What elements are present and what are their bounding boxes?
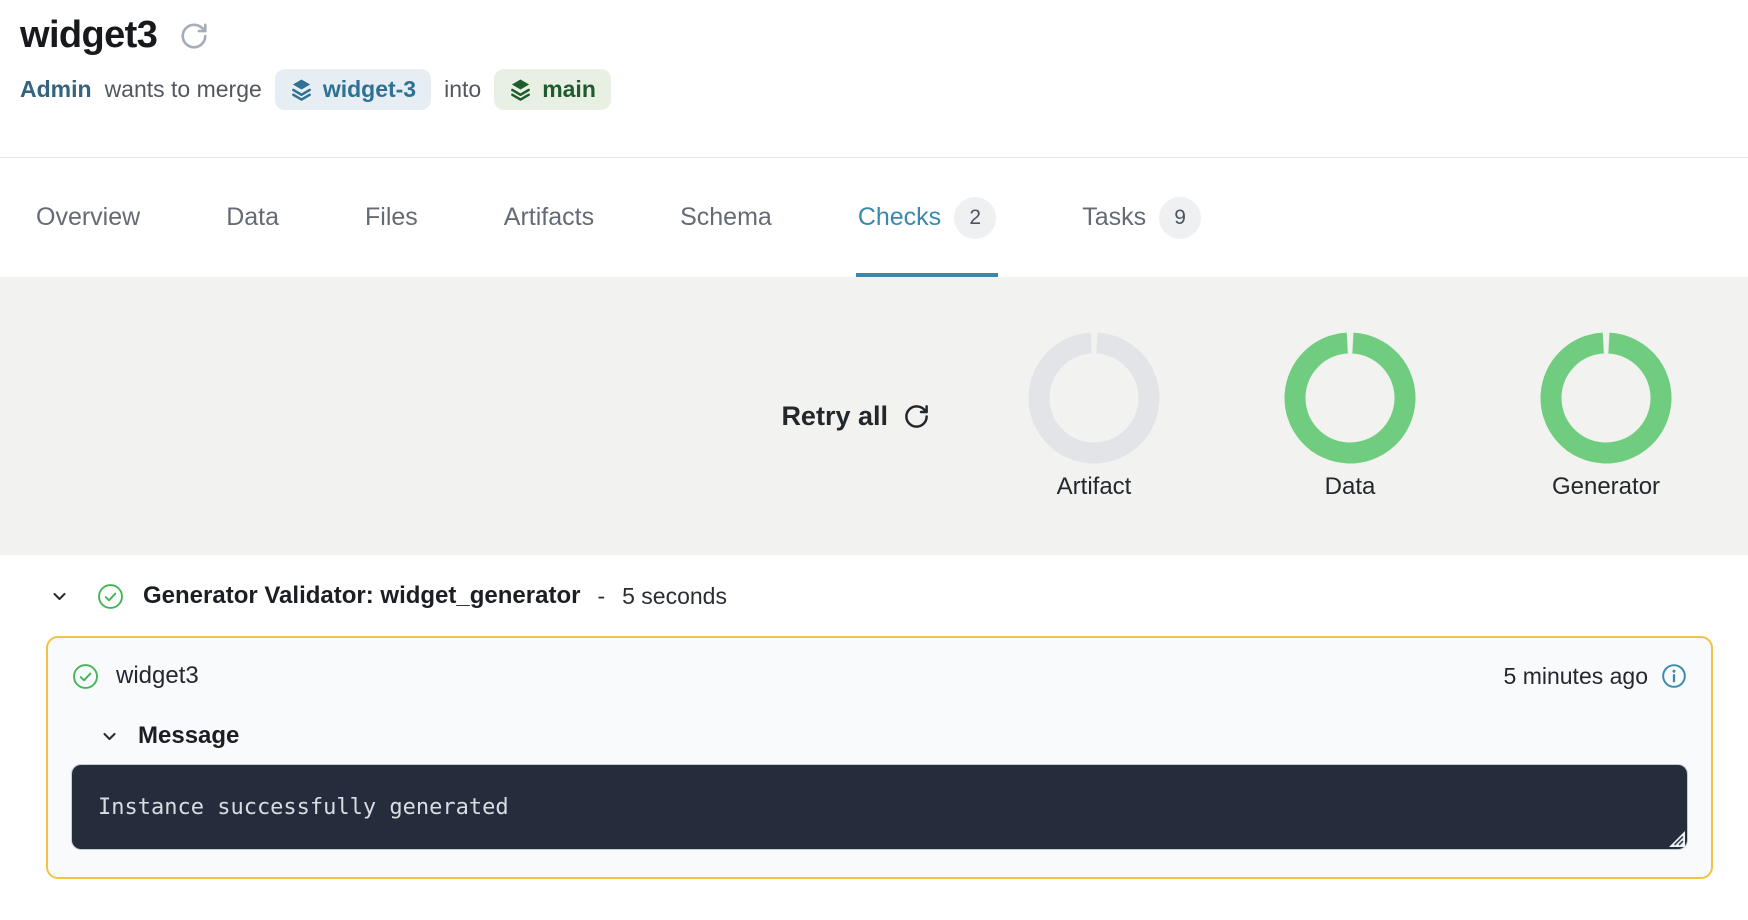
message-output[interactable]: Instance successfully generated <box>72 765 1687 849</box>
check-result-card: widget3 5 minutes ago Message Instance s… <box>46 636 1713 879</box>
merge-request-header: widget3 Admin wants to merge widget-3 in… <box>0 0 1748 158</box>
donut-label: Artifact <box>1057 473 1132 501</box>
tab-bar: Overview Data Files Artifacts Schema Che… <box>0 158 1748 277</box>
merge-text: wants to merge <box>105 76 262 103</box>
refresh-button[interactable] <box>179 21 209 51</box>
chevron-down-icon <box>100 727 119 746</box>
tab-schema[interactable]: Schema <box>680 158 772 277</box>
check-instance-name: widget3 <box>116 662 199 690</box>
info-icon <box>1661 663 1687 689</box>
tab-tasks-count-badge: 9 <box>1159 197 1201 239</box>
author-link[interactable]: Admin <box>20 76 92 103</box>
tab-data[interactable]: Data <box>226 158 279 277</box>
timestamp: 5 minutes ago <box>1504 663 1648 690</box>
retry-all-label: Retry all <box>781 401 888 432</box>
tab-label: Files <box>365 203 418 232</box>
check-group-title: Generator Validator: widget_generator <box>143 582 580 610</box>
source-branch-badge[interactable]: widget-3 <box>275 69 431 110</box>
check-separator: - <box>597 583 605 610</box>
merge-description: Admin wants to merge widget-3 into main <box>20 69 1724 110</box>
donut-chart-icon <box>1540 332 1672 464</box>
tab-files[interactable]: Files <box>365 158 418 277</box>
message-label: Message <box>138 722 239 750</box>
check-success-icon <box>97 583 124 610</box>
tab-tasks[interactable]: Tasks 9 <box>1082 158 1201 277</box>
retry-all-button[interactable]: Retry all <box>781 401 930 432</box>
donut-chart-icon <box>1028 332 1160 464</box>
check-group-header[interactable]: Generator Validator: widget_generator - … <box>0 573 1748 619</box>
tab-artifacts[interactable]: Artifacts <box>504 158 594 277</box>
check-donut-generator: Generator <box>1540 332 1672 501</box>
refresh-icon <box>179 21 209 51</box>
tab-label: Artifacts <box>504 203 594 232</box>
retry-icon <box>903 403 930 430</box>
donut-label: Data <box>1325 473 1376 501</box>
tab-label: Schema <box>680 203 772 232</box>
tab-label: Overview <box>36 203 140 232</box>
checks-summary-strip: Retry all Artifact Data Generator <box>0 277 1748 555</box>
resize-handle-icon[interactable] <box>1669 831 1685 847</box>
tab-checks-count-badge: 2 <box>954 197 996 239</box>
donut-label: Generator <box>1552 473 1660 501</box>
target-branch-name: main <box>542 76 596 103</box>
tab-checks[interactable]: Checks 2 <box>858 158 996 277</box>
donut-chart-icon <box>1284 332 1416 464</box>
target-branch-badge[interactable]: main <box>494 69 611 110</box>
check-donuts: Artifact Data Generator <box>1028 332 1672 501</box>
tab-overview[interactable]: Overview <box>36 158 140 277</box>
tab-label: Checks <box>858 203 941 232</box>
message-toggle[interactable]: Message <box>72 722 1687 750</box>
check-duration: 5 seconds <box>622 583 727 610</box>
source-branch-name: widget-3 <box>323 76 416 103</box>
tab-label: Data <box>226 203 279 232</box>
page-title: widget3 <box>20 14 157 57</box>
message-text: Instance successfully generated <box>98 795 509 820</box>
into-text: into <box>444 76 481 103</box>
check-donut-data: Data <box>1284 332 1416 501</box>
stack-icon <box>290 78 313 101</box>
check-donut-artifact: Artifact <box>1028 332 1160 501</box>
tab-label: Tasks <box>1082 203 1146 232</box>
check-success-icon <box>72 663 99 690</box>
stack-icon <box>509 78 532 101</box>
info-button[interactable] <box>1661 663 1687 689</box>
chevron-down-icon <box>50 587 69 606</box>
